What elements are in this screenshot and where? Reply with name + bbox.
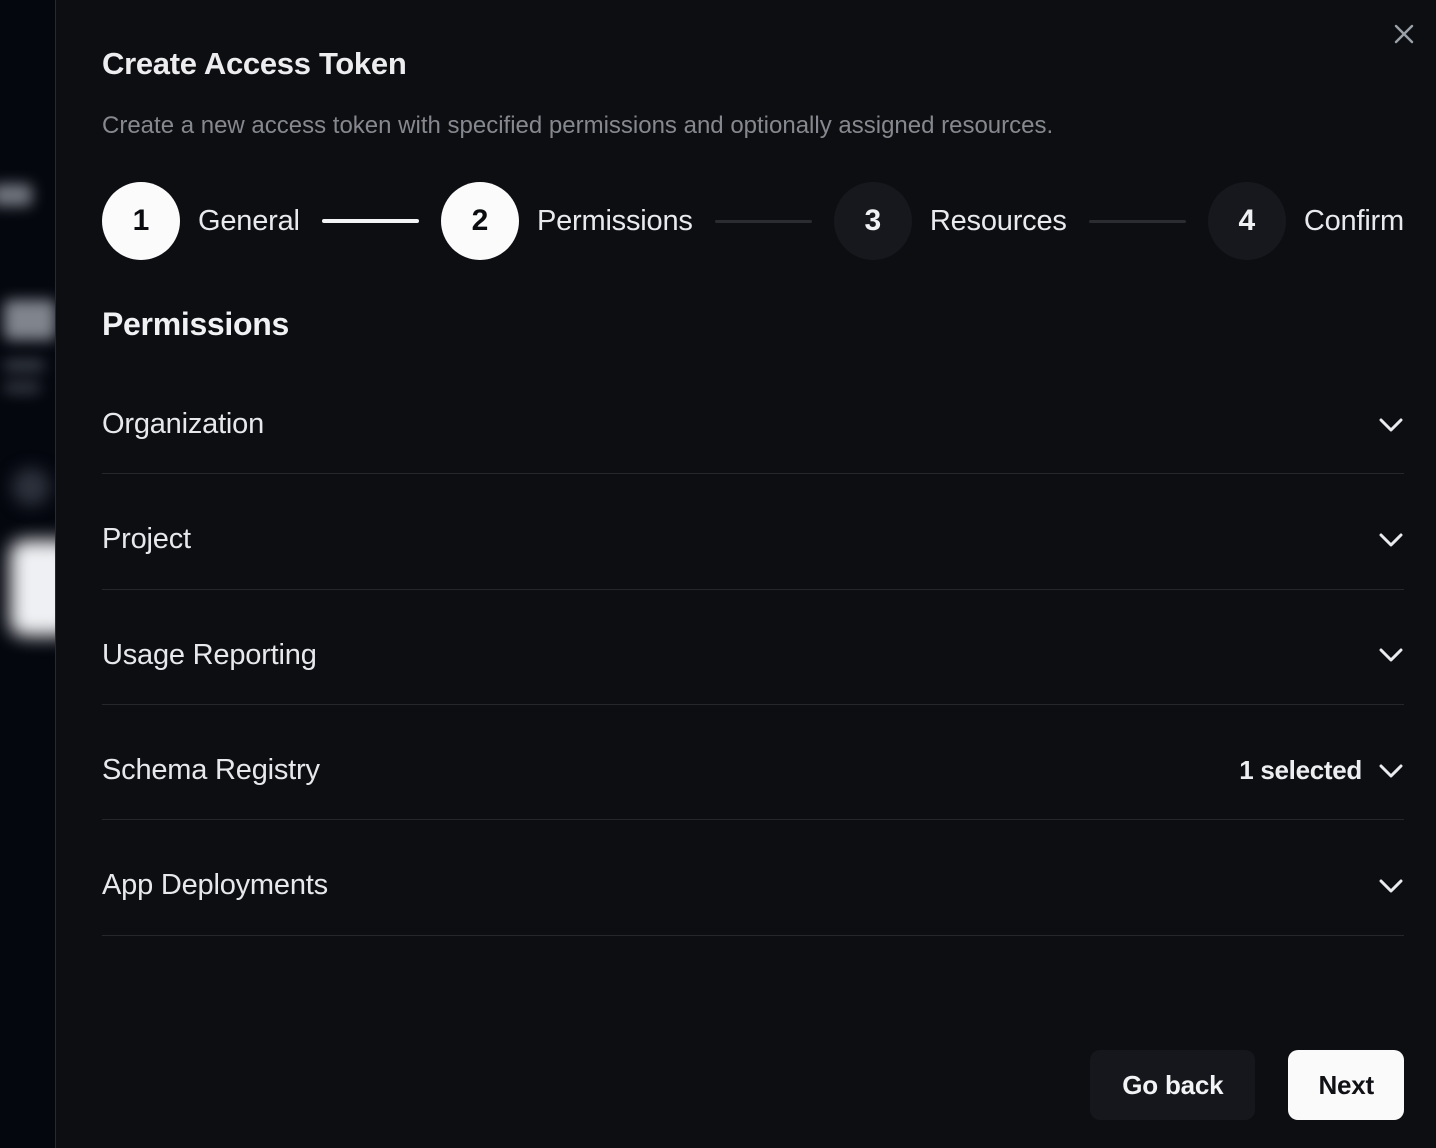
- step-label: Confirm: [1304, 205, 1404, 238]
- go-back-button[interactable]: Go back: [1090, 1050, 1255, 1120]
- next-button[interactable]: Next: [1288, 1050, 1404, 1120]
- step-label: Resources: [930, 205, 1067, 238]
- permissions-list: Organization Project Usage Reporting: [102, 359, 1404, 936]
- step-number-badge: 2: [441, 182, 519, 260]
- chevron-down-icon: [1378, 647, 1404, 663]
- chevron-down-icon: [1378, 417, 1404, 433]
- chevron-down-icon: [1378, 763, 1404, 779]
- selected-count-badge: 1 selected: [1239, 755, 1362, 786]
- step-general: 1 General: [102, 182, 300, 260]
- step-permissions: 2 Permissions: [441, 182, 693, 260]
- step-resources: 3 Resources: [834, 182, 1067, 260]
- modal-title: Create Access Token: [102, 46, 1404, 82]
- step-number-badge: 3: [834, 182, 912, 260]
- step-connector: [715, 220, 812, 223]
- permission-row-usage-reporting[interactable]: Usage Reporting: [102, 590, 1404, 705]
- step-label: Permissions: [537, 205, 693, 238]
- create-access-token-modal: Create Access Token Create a new access …: [55, 0, 1436, 1148]
- chevron-down-icon: [1378, 878, 1404, 894]
- step-number-badge: 4: [1208, 182, 1286, 260]
- permission-row-label: Usage Reporting: [102, 639, 317, 672]
- step-connector: [322, 219, 419, 223]
- stepper: 1 General 2 Permissions 3 Resources 4 Co…: [102, 182, 1404, 260]
- blurred-background-bar: [0, 184, 32, 206]
- permission-row-schema-registry[interactable]: Schema Registry 1 selected: [102, 705, 1404, 820]
- close-button[interactable]: [1384, 14, 1424, 54]
- blurred-background-line: [4, 360, 44, 371]
- modal-subtitle: Create a new access token with specified…: [102, 112, 1404, 140]
- permissions-heading: Permissions: [102, 306, 1404, 343]
- step-number-badge: 1: [102, 182, 180, 260]
- blurred-background-block: [4, 300, 56, 340]
- step-confirm: 4 Confirm: [1208, 182, 1404, 260]
- step-connector: [1089, 220, 1186, 223]
- modal-footer: Go back Next: [102, 1050, 1404, 1120]
- permission-row-app-deployments[interactable]: App Deployments: [102, 820, 1404, 935]
- step-label: General: [198, 205, 300, 238]
- blurred-background-line: [4, 382, 40, 393]
- chevron-down-icon: [1378, 532, 1404, 548]
- permission-row-label: Organization: [102, 408, 264, 441]
- permission-row-project[interactable]: Project: [102, 474, 1404, 589]
- permission-row-label: App Deployments: [102, 869, 328, 902]
- permission-row-organization[interactable]: Organization: [102, 359, 1404, 474]
- close-icon: [1392, 22, 1416, 46]
- permission-row-label: Schema Registry: [102, 754, 320, 787]
- blurred-background-circle: [12, 468, 50, 506]
- permission-row-label: Project: [102, 523, 191, 556]
